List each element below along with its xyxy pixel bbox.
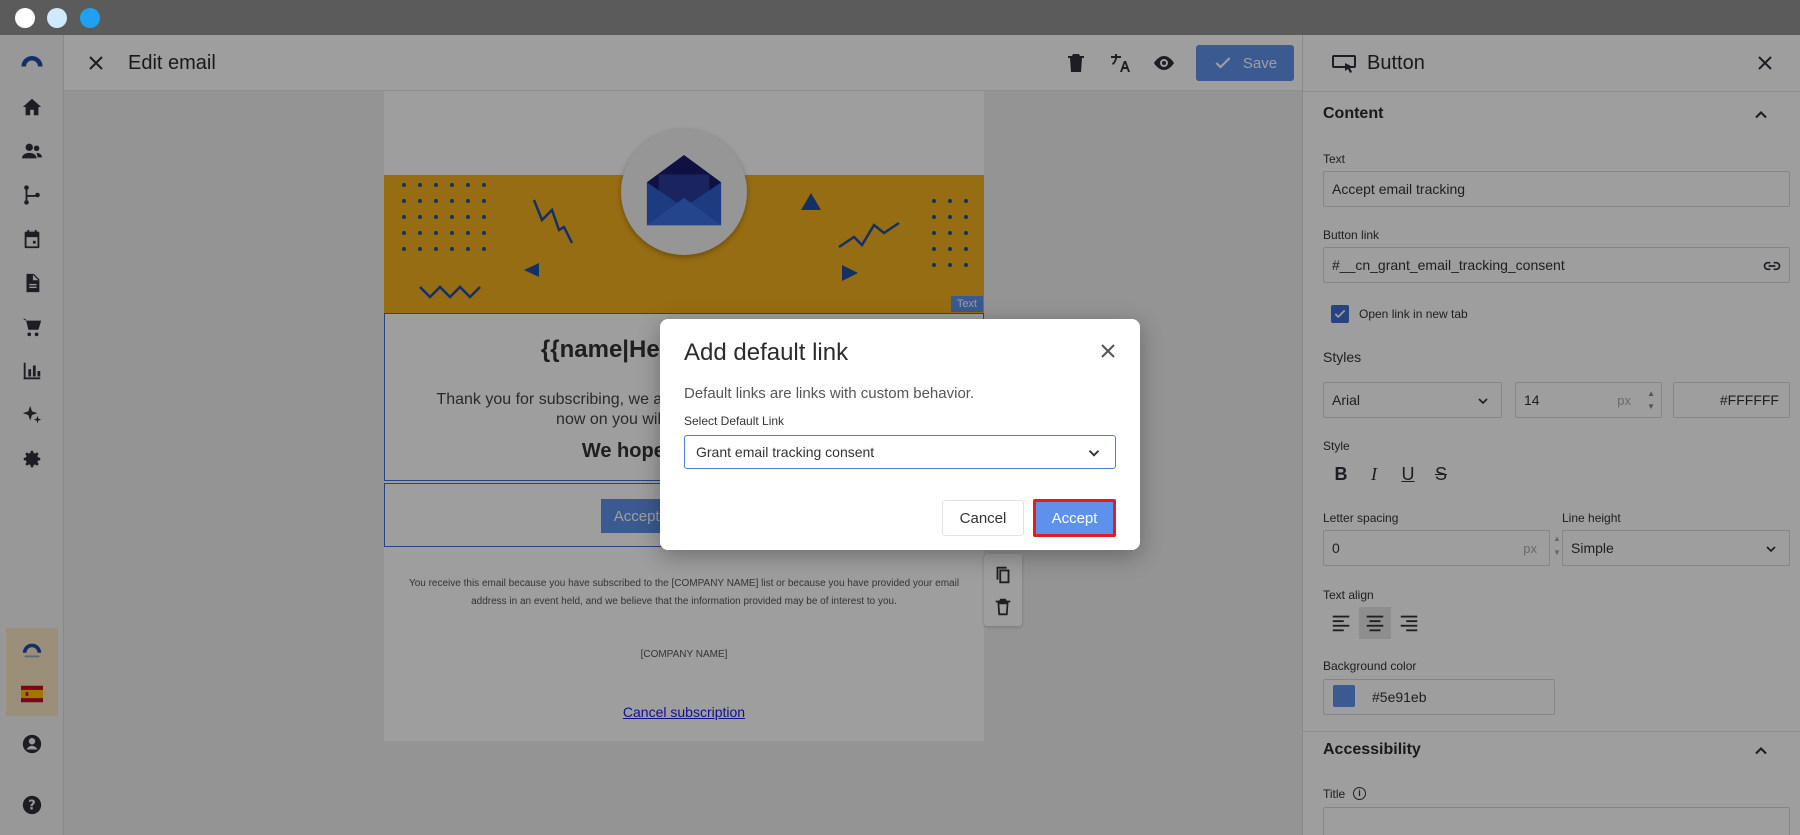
window-close-dot[interactable] — [15, 8, 35, 28]
default-link-select-label: Select Default Link — [684, 414, 785, 428]
window-maximize-dot[interactable] — [80, 8, 100, 28]
chevron-down-icon — [1085, 444, 1103, 462]
dialog-description: Default links are links with custom beha… — [684, 385, 975, 402]
default-link-select-value: Grant email tracking consent — [696, 444, 875, 460]
dialog-close-icon[interactable] — [1096, 339, 1120, 363]
window-titlebar — [0, 0, 1800, 35]
default-link-select[interactable]: Grant email tracking consent — [684, 435, 1116, 469]
add-default-link-dialog: Add default link Default links are links… — [660, 319, 1140, 550]
dialog-title: Add default link — [684, 339, 849, 366]
accept-button[interactable]: Accept — [1033, 499, 1116, 537]
cancel-button[interactable]: Cancel — [942, 500, 1024, 536]
window-minimize-dot[interactable] — [47, 8, 67, 28]
